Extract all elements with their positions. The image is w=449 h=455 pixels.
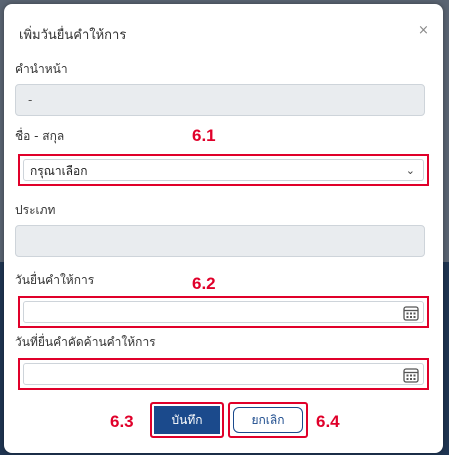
calendar-icon[interactable]	[403, 367, 419, 383]
filing-date-input[interactable]	[23, 301, 424, 323]
annotation-step-6-3: 6.3	[110, 412, 134, 431]
name-select-value: กรุณาเลือก	[30, 164, 88, 178]
save-button[interactable]: บันทึก	[150, 402, 224, 438]
annotation-step-6-1: 6.1	[192, 126, 216, 145]
annotation-step-6-2: 6.2	[192, 274, 216, 293]
prefix-field: -	[15, 84, 425, 116]
objection-date-input[interactable]	[23, 363, 424, 385]
name-label: ชื่อ - สกุล	[15, 129, 65, 143]
objection-date-label: วันที่ยื่นคำคัดค้านคำให้การ	[15, 335, 156, 349]
filing-date-label: วันยื่นคำให้การ	[15, 273, 95, 287]
calendar-icon[interactable]	[403, 305, 419, 321]
chevron-down-icon: ⌄	[405, 164, 415, 177]
prefix-label: คำนำหน้า	[15, 62, 68, 76]
type-label: ประเภท	[15, 203, 56, 217]
annotation-step-6-4: 6.4	[316, 412, 340, 431]
type-field	[15, 225, 425, 257]
cancel-button-label: ยกเลิก	[233, 407, 303, 433]
name-select[interactable]: กรุณาเลือก ⌄	[23, 159, 424, 181]
objection-date-highlight	[18, 358, 429, 390]
modal-title: เพิ่มวันยื่นคำให้การ	[19, 28, 127, 43]
cancel-button[interactable]: ยกเลิก	[228, 402, 308, 438]
name-select-highlight: กรุณาเลือก ⌄	[18, 154, 429, 186]
close-icon[interactable]: ×	[418, 23, 429, 38]
filing-date-highlight	[18, 296, 429, 328]
